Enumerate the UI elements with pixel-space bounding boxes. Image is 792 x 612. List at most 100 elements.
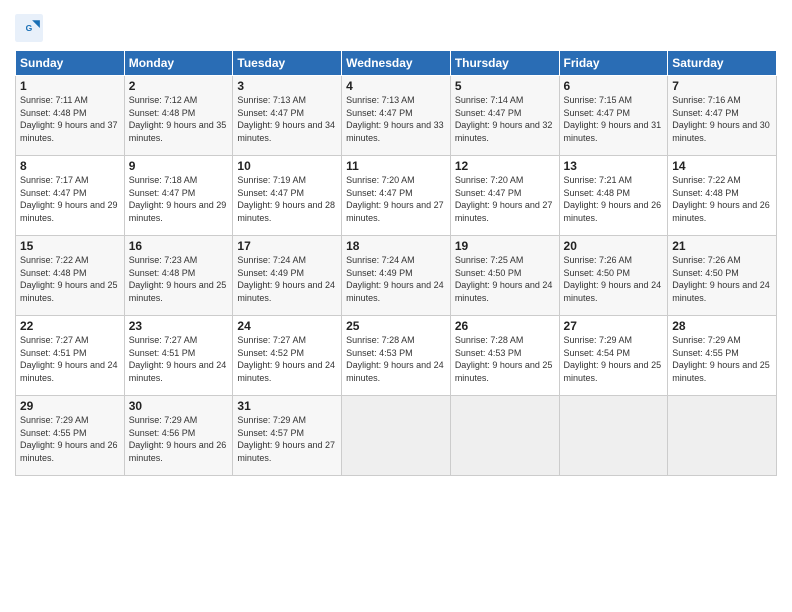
table-row: 24 Sunrise: 7:27 AMSunset: 4:52 PMDayligh… bbox=[233, 316, 342, 396]
calendar-table: Sunday Monday Tuesday Wednesday Thursday… bbox=[15, 50, 777, 476]
day-number: 18 bbox=[346, 239, 446, 253]
col-monday: Monday bbox=[124, 51, 233, 76]
day-info: Sunrise: 7:12 AMSunset: 4:48 PMDaylight:… bbox=[129, 95, 227, 143]
table-row: 26 Sunrise: 7:28 AMSunset: 4:53 PMDayligh… bbox=[450, 316, 559, 396]
table-row: 11 Sunrise: 7:20 AMSunset: 4:47 PMDayligh… bbox=[342, 156, 451, 236]
table-row: 5 Sunrise: 7:14 AMSunset: 4:47 PMDaylight… bbox=[450, 76, 559, 156]
day-number: 29 bbox=[20, 399, 120, 413]
table-row bbox=[559, 396, 668, 476]
day-info: Sunrise: 7:14 AMSunset: 4:47 PMDaylight:… bbox=[455, 95, 553, 143]
table-row: 27 Sunrise: 7:29 AMSunset: 4:54 PMDayligh… bbox=[559, 316, 668, 396]
table-row bbox=[342, 396, 451, 476]
table-row bbox=[668, 396, 777, 476]
day-number: 17 bbox=[237, 239, 337, 253]
day-number: 15 bbox=[20, 239, 120, 253]
day-number: 28 bbox=[672, 319, 772, 333]
day-info: Sunrise: 7:15 AMSunset: 4:47 PMDaylight:… bbox=[564, 95, 662, 143]
col-tuesday: Tuesday bbox=[233, 51, 342, 76]
day-info: Sunrise: 7:28 AMSunset: 4:53 PMDaylight:… bbox=[455, 335, 553, 383]
day-info: Sunrise: 7:26 AMSunset: 4:50 PMDaylight:… bbox=[564, 255, 662, 303]
day-number: 22 bbox=[20, 319, 120, 333]
table-row: 13 Sunrise: 7:21 AMSunset: 4:48 PMDayligh… bbox=[559, 156, 668, 236]
table-row: 4 Sunrise: 7:13 AMSunset: 4:47 PMDaylight… bbox=[342, 76, 451, 156]
day-number: 9 bbox=[129, 159, 229, 173]
svg-text:G: G bbox=[26, 23, 33, 33]
day-info: Sunrise: 7:25 AMSunset: 4:50 PMDaylight:… bbox=[455, 255, 553, 303]
day-number: 27 bbox=[564, 319, 664, 333]
day-info: Sunrise: 7:11 AMSunset: 4:48 PMDaylight:… bbox=[20, 95, 118, 143]
day-info: Sunrise: 7:29 AMSunset: 4:55 PMDaylight:… bbox=[20, 415, 118, 463]
col-saturday: Saturday bbox=[668, 51, 777, 76]
table-row: 15 Sunrise: 7:22 AMSunset: 4:48 PMDayligh… bbox=[16, 236, 125, 316]
table-row: 28 Sunrise: 7:29 AMSunset: 4:55 PMDayligh… bbox=[668, 316, 777, 396]
day-number: 4 bbox=[346, 79, 446, 93]
day-info: Sunrise: 7:29 AMSunset: 4:55 PMDaylight:… bbox=[672, 335, 770, 383]
day-number: 7 bbox=[672, 79, 772, 93]
table-row: 31 Sunrise: 7:29 AMSunset: 4:57 PMDayligh… bbox=[233, 396, 342, 476]
day-number: 14 bbox=[672, 159, 772, 173]
logo: G bbox=[15, 14, 45, 42]
table-row bbox=[450, 396, 559, 476]
table-row: 9 Sunrise: 7:18 AMSunset: 4:47 PMDaylight… bbox=[124, 156, 233, 236]
table-row: 14 Sunrise: 7:22 AMSunset: 4:48 PMDayligh… bbox=[668, 156, 777, 236]
table-row: 25 Sunrise: 7:28 AMSunset: 4:53 PMDayligh… bbox=[342, 316, 451, 396]
table-row: 29 Sunrise: 7:29 AMSunset: 4:55 PMDayligh… bbox=[16, 396, 125, 476]
day-info: Sunrise: 7:22 AMSunset: 4:48 PMDaylight:… bbox=[20, 255, 118, 303]
col-thursday: Thursday bbox=[450, 51, 559, 76]
day-info: Sunrise: 7:28 AMSunset: 4:53 PMDaylight:… bbox=[346, 335, 444, 383]
table-row: 20 Sunrise: 7:26 AMSunset: 4:50 PMDayligh… bbox=[559, 236, 668, 316]
day-number: 23 bbox=[129, 319, 229, 333]
day-number: 6 bbox=[564, 79, 664, 93]
col-friday: Friday bbox=[559, 51, 668, 76]
day-number: 26 bbox=[455, 319, 555, 333]
day-number: 11 bbox=[346, 159, 446, 173]
day-number: 2 bbox=[129, 79, 229, 93]
day-info: Sunrise: 7:24 AMSunset: 4:49 PMDaylight:… bbox=[237, 255, 335, 303]
day-number: 25 bbox=[346, 319, 446, 333]
day-number: 21 bbox=[672, 239, 772, 253]
day-info: Sunrise: 7:29 AMSunset: 4:57 PMDaylight:… bbox=[237, 415, 335, 463]
day-number: 5 bbox=[455, 79, 555, 93]
table-row: 22 Sunrise: 7:27 AMSunset: 4:51 PMDayligh… bbox=[16, 316, 125, 396]
day-number: 10 bbox=[237, 159, 337, 173]
day-info: Sunrise: 7:13 AMSunset: 4:47 PMDaylight:… bbox=[346, 95, 444, 143]
table-row: 8 Sunrise: 7:17 AMSunset: 4:47 PMDaylight… bbox=[16, 156, 125, 236]
day-number: 31 bbox=[237, 399, 337, 413]
day-number: 19 bbox=[455, 239, 555, 253]
day-info: Sunrise: 7:19 AMSunset: 4:47 PMDaylight:… bbox=[237, 175, 335, 223]
day-info: Sunrise: 7:20 AMSunset: 4:47 PMDaylight:… bbox=[455, 175, 553, 223]
day-info: Sunrise: 7:27 AMSunset: 4:51 PMDaylight:… bbox=[129, 335, 227, 383]
table-row: 2 Sunrise: 7:12 AMSunset: 4:48 PMDaylight… bbox=[124, 76, 233, 156]
day-info: Sunrise: 7:26 AMSunset: 4:50 PMDaylight:… bbox=[672, 255, 770, 303]
day-number: 16 bbox=[129, 239, 229, 253]
day-number: 13 bbox=[564, 159, 664, 173]
table-row: 17 Sunrise: 7:24 AMSunset: 4:49 PMDayligh… bbox=[233, 236, 342, 316]
day-info: Sunrise: 7:24 AMSunset: 4:49 PMDaylight:… bbox=[346, 255, 444, 303]
table-row: 30Sunrise: 7:29 AMSunset: 4:56 PMDayligh… bbox=[124, 396, 233, 476]
day-number: 24 bbox=[237, 319, 337, 333]
day-number: 30 bbox=[129, 399, 229, 413]
day-info: Sunrise: 7:20 AMSunset: 4:47 PMDaylight:… bbox=[346, 175, 444, 223]
day-info: Sunrise: 7:29 AMSunset: 4:54 PMDaylight:… bbox=[564, 335, 662, 383]
day-info: Sunrise: 7:18 AMSunset: 4:47 PMDaylight:… bbox=[129, 175, 227, 223]
table-row: 6 Sunrise: 7:15 AMSunset: 4:47 PMDaylight… bbox=[559, 76, 668, 156]
table-row: 12Sunrise: 7:20 AMSunset: 4:47 PMDayligh… bbox=[450, 156, 559, 236]
day-info: Sunrise: 7:21 AMSunset: 4:48 PMDaylight:… bbox=[564, 175, 662, 223]
table-row: 23 Sunrise: 7:27 AMSunset: 4:51 PMDayligh… bbox=[124, 316, 233, 396]
logo-icon: G bbox=[15, 14, 43, 42]
table-row: 7 Sunrise: 7:16 AMSunset: 4:47 PMDaylight… bbox=[668, 76, 777, 156]
day-info: Sunrise: 7:13 AMSunset: 4:47 PMDaylight:… bbox=[237, 95, 335, 143]
day-number: 1 bbox=[20, 79, 120, 93]
day-info: Sunrise: 7:22 AMSunset: 4:48 PMDaylight:… bbox=[672, 175, 770, 223]
day-number: 8 bbox=[20, 159, 120, 173]
day-info: Sunrise: 7:23 AMSunset: 4:48 PMDaylight:… bbox=[129, 255, 227, 303]
table-row: 21 Sunrise: 7:26 AMSunset: 4:50 PMDayligh… bbox=[668, 236, 777, 316]
day-info: Sunrise: 7:17 AMSunset: 4:47 PMDaylight:… bbox=[20, 175, 118, 223]
day-number: 20 bbox=[564, 239, 664, 253]
table-row: 1 Sunrise: 7:11 AMSunset: 4:48 PMDaylight… bbox=[16, 76, 125, 156]
day-info: Sunrise: 7:16 AMSunset: 4:47 PMDaylight:… bbox=[672, 95, 770, 143]
table-row: 10 Sunrise: 7:19 AMSunset: 4:47 PMDayligh… bbox=[233, 156, 342, 236]
day-info: Sunrise: 7:27 AMSunset: 4:51 PMDaylight:… bbox=[20, 335, 118, 383]
table-row: 18 Sunrise: 7:24 AMSunset: 4:49 PMDayligh… bbox=[342, 236, 451, 316]
day-info: Sunrise: 7:27 AMSunset: 4:52 PMDaylight:… bbox=[237, 335, 335, 383]
